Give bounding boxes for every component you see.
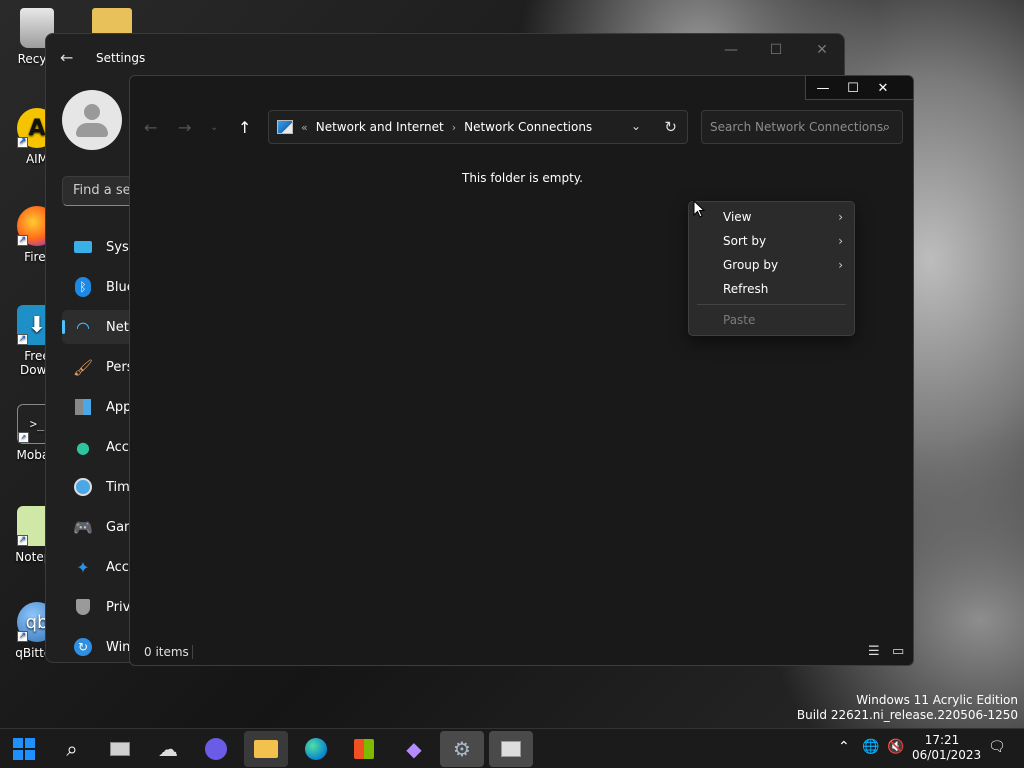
control-panel-icon	[501, 741, 521, 757]
menu-item-refresh[interactable]: Refresh	[690, 277, 853, 301]
windows-logo-icon	[13, 738, 35, 760]
explorer-window: — ☐ ✕ ← → ⌄ ↑ « Network and Internet › N…	[129, 75, 914, 666]
status-bar: 0 items ☰ ▭	[130, 639, 913, 665]
monitor-icon	[72, 237, 94, 257]
store-button[interactable]	[342, 731, 386, 767]
update-icon: ↻	[72, 637, 94, 657]
back-arrow-icon[interactable]: ←	[60, 48, 73, 67]
shortcut-arrow-icon: ↗	[17, 535, 28, 546]
chevron-right-icon: ›	[838, 234, 843, 248]
menu-item-group-by[interactable]: Group by ›	[690, 253, 853, 277]
settings-titlebar: ← Settings — ☐ ✕	[46, 34, 844, 80]
settings-taskbar-button[interactable]: ⚙	[440, 731, 484, 767]
start-button[interactable]	[2, 731, 46, 767]
accessibility-icon: ✦	[76, 557, 90, 577]
menu-item-view[interactable]: View ›	[690, 205, 853, 229]
large-icons-view-icon[interactable]: ▭	[892, 644, 904, 659]
brush-icon: 🖌	[72, 357, 94, 377]
refresh-icon[interactable]: ↻	[664, 118, 677, 136]
shortcut-arrow-icon: ↗	[17, 631, 28, 642]
gear-icon: ⚙	[453, 737, 471, 761]
maximize-icon[interactable]: ☐	[838, 76, 868, 100]
file-explorer-button[interactable]	[244, 731, 288, 767]
item-count: 0 items	[144, 645, 189, 659]
folder-icon	[254, 740, 278, 758]
breadcrumb-network-and-internet[interactable]: Network and Internet	[316, 120, 444, 134]
back-arrow-icon[interactable]: ←	[144, 118, 157, 137]
close-icon[interactable]: ✕	[807, 42, 837, 58]
minimize-icon[interactable]: —	[716, 42, 746, 58]
build-watermark: Windows 11 Acrylic Edition Build 22621.n…	[796, 693, 1018, 722]
minimize-icon[interactable]: —	[808, 76, 838, 100]
search-icon: ⌕	[66, 737, 78, 761]
details-view-icon[interactable]: ☰	[868, 644, 880, 659]
shortcut-arrow-icon: ↗	[18, 432, 29, 443]
clock-icon	[72, 477, 94, 497]
forward-arrow-icon[interactable]: →	[178, 118, 191, 137]
control-panel-taskbar-button[interactable]	[489, 731, 533, 767]
edge-button[interactable]	[294, 731, 338, 767]
taskbar: ⌕ ☁ ◆ ⚙ ⌃ 🌐 🔇 17:21 06/01/2023 🗨	[0, 728, 1024, 768]
chevron-right-icon: ›	[838, 258, 843, 272]
apps-icon	[72, 397, 94, 417]
menu-item-paste: Paste	[723, 313, 756, 327]
task-view-button[interactable]	[98, 731, 142, 767]
store-icon	[354, 739, 374, 759]
avatar-body	[76, 123, 108, 137]
menu-separator	[697, 304, 846, 305]
chat-camera-icon	[205, 738, 227, 760]
shortcut-arrow-icon: ↗	[17, 137, 28, 148]
chevron-down-icon[interactable]: ⌄	[631, 119, 641, 133]
shield-icon	[72, 597, 94, 617]
volume-muted-icon[interactable]: 🔇	[887, 739, 904, 755]
chevron-right-icon: ›	[838, 210, 843, 224]
gamepad-icon: 🎮	[73, 517, 93, 537]
search-icon: ⌕	[882, 120, 890, 135]
address-bar[interactable]: « Network and Internet › Network Connect…	[268, 110, 688, 144]
taskbar-search-button[interactable]: ⌕	[50, 731, 94, 767]
caption-buttons: — ☐ ✕	[805, 76, 913, 100]
shortcut-arrow-icon: ↗	[17, 235, 28, 246]
context-menu: View › Sort by › Group by › Refresh Past…	[688, 201, 855, 336]
maximize-icon[interactable]: ☐	[761, 42, 791, 58]
chat-button[interactable]	[194, 731, 238, 767]
control-panel-icon	[277, 120, 293, 134]
breadcrumb-overflow[interactable]: «	[301, 121, 308, 134]
breadcrumb-chevron-icon: ›	[451, 120, 457, 134]
task-view-icon	[110, 742, 130, 756]
diamond-icon: ◆	[406, 737, 422, 761]
person-icon: ●	[76, 437, 90, 457]
avatar[interactable]	[62, 90, 122, 150]
search-input[interactable]: Search Network Connections ⌕	[701, 110, 903, 144]
widgets-button[interactable]: ☁	[146, 731, 190, 767]
status-divider	[192, 645, 193, 659]
breadcrumb-network-connections[interactable]: Network Connections	[464, 120, 592, 134]
wifi-icon: ◠	[76, 317, 90, 337]
clock[interactable]: 17:21 06/01/2023	[912, 733, 981, 763]
chevron-up-icon[interactable]: ⌃	[838, 739, 850, 755]
up-arrow-icon[interactable]: ↑	[238, 118, 251, 137]
visual-studio-button[interactable]: ◆	[392, 731, 436, 767]
settings-title: Settings	[96, 51, 146, 65]
close-icon[interactable]: ✕	[868, 76, 898, 100]
bluetooth-icon: ᛒ	[72, 277, 94, 297]
globe-icon[interactable]: 🌐	[862, 739, 879, 755]
shortcut-arrow-icon: ↗	[17, 334, 28, 345]
empty-folder-message: This folder is empty.	[462, 171, 583, 185]
edge-icon	[305, 738, 327, 760]
menu-item-sort-by[interactable]: Sort by ›	[690, 229, 853, 253]
avatar-head	[84, 104, 100, 120]
explorer-toolbar: ← → ⌄ ↑ « Network and Internet › Network…	[130, 106, 913, 150]
recent-locations-chevron-icon[interactable]: ⌄	[210, 122, 218, 133]
notification-icon[interactable]: 🗨	[988, 739, 1006, 755]
weather-cloud-icon: ☁	[158, 737, 178, 761]
